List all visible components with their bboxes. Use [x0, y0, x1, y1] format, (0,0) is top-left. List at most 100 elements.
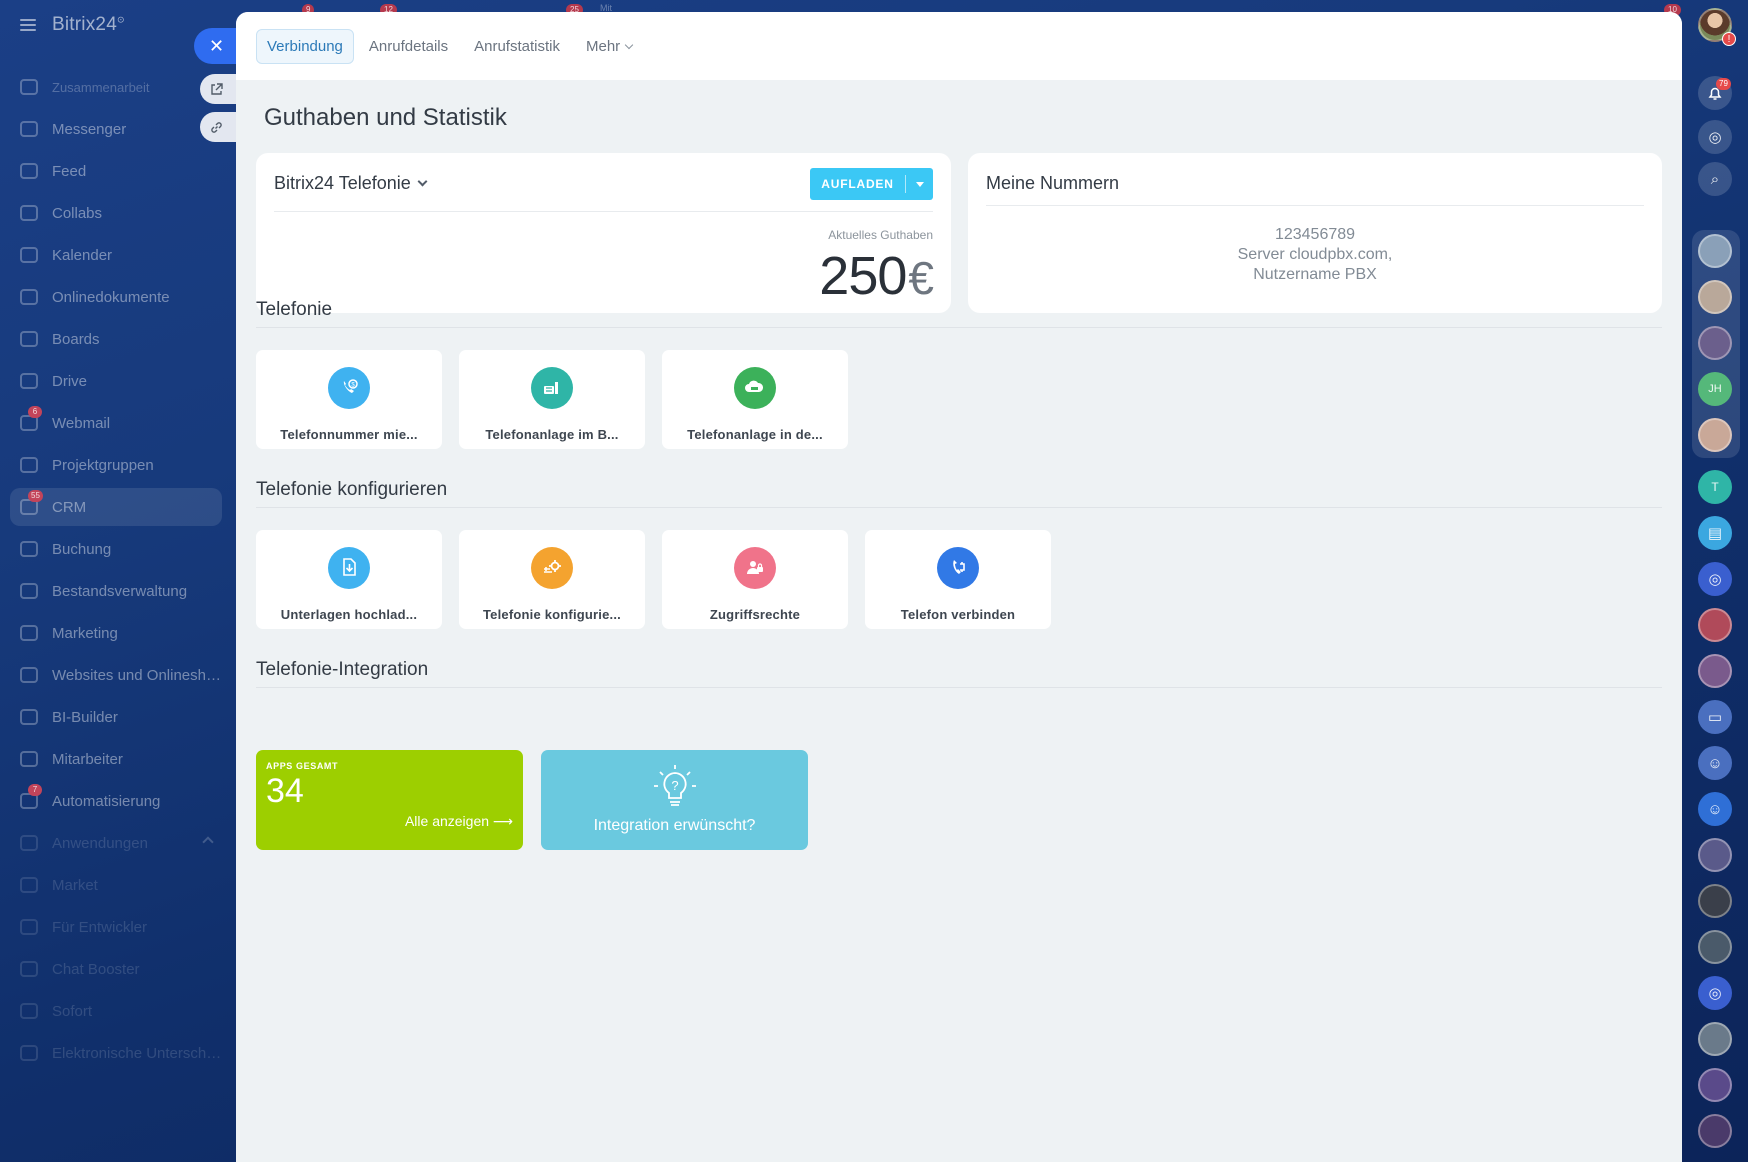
action-tile[interactable]: Telefonanlage im B... — [459, 350, 645, 449]
sidebar-item[interactable]: Boards — [10, 320, 222, 358]
top-up-dropdown[interactable] — [906, 181, 933, 187]
sidebar-item[interactable]: Messenger — [10, 110, 222, 148]
chat-avatar[interactable] — [1698, 1068, 1732, 1102]
sidebar-item[interactable]: Sofort — [10, 992, 222, 1030]
chat-avatar-initials[interactable]: T — [1698, 470, 1732, 504]
sidebar-item[interactable]: Websites und Onlineshops — [10, 656, 222, 694]
section-title-integration: Telefonie-Integration — [256, 659, 429, 680]
tab-anrufdetails[interactable]: Anrufdetails — [358, 29, 459, 64]
apps-total-card[interactable]: APPS GESAMT 34 Alle anzeigen ⟶ — [256, 750, 523, 850]
sidebar-item[interactable]: Für Entwickler — [10, 908, 222, 946]
channel-button[interactable]: ◎ — [1698, 976, 1732, 1010]
sidebar-item[interactable]: Onlinedokumente — [10, 278, 222, 316]
open-in-new-window-button[interactable] — [200, 74, 236, 104]
sidebar-item-label: Automatisierung — [52, 792, 161, 810]
sidebar-item-icon — [20, 667, 38, 683]
chat-avatar[interactable] — [1698, 838, 1732, 872]
sidebar-item[interactable]: Collabs — [10, 194, 222, 232]
section-divider — [256, 507, 1662, 508]
chevron-up-icon[interactable] — [202, 836, 214, 848]
sidebar-item-label: Webmail — [52, 414, 111, 432]
chat-avatar[interactable] — [1698, 418, 1732, 452]
telephony-provider-selector[interactable]: Bitrix24 Telefonie — [274, 173, 428, 194]
copilot-button[interactable]: ◎ — [1698, 120, 1732, 154]
number-line: Server cloudpbx.com, — [1237, 246, 1393, 263]
sidebar-item[interactable]: CRM 55 — [10, 488, 222, 526]
sidebar-item-icon — [20, 835, 38, 851]
group-button[interactable]: ☺ — [1698, 746, 1732, 780]
copy-link-button[interactable] — [200, 112, 236, 142]
request-integration-card[interactable]: ? Integration erwünscht? — [541, 750, 808, 850]
sidebar-item[interactable]: Automatisierung 7 — [10, 782, 222, 820]
chat-avatar[interactable] — [1698, 930, 1732, 964]
show-all-apps-link[interactable]: Alle anzeigen ⟶ — [405, 813, 513, 830]
sidebar-item[interactable]: Marketing — [10, 614, 222, 652]
close-slider-button[interactable]: ✕ — [194, 28, 240, 64]
contact-card-button[interactable]: ▭ — [1698, 700, 1732, 734]
group-chat-button[interactable]: ▤ — [1698, 516, 1732, 550]
sidebar-item-icon — [20, 709, 38, 725]
sidebar-item-label: Buchung — [52, 540, 112, 558]
chat-avatar-initials[interactable]: JH — [1698, 372, 1732, 406]
sidebar-item[interactable]: Buchung — [10, 530, 222, 568]
sidebar-item-icon — [20, 457, 38, 473]
pbx-cloud-icon — [734, 367, 776, 409]
provider-label: Bitrix24 Telefonie — [274, 173, 411, 193]
sidebar-item[interactable]: Anwendungen — [10, 824, 222, 862]
tab-more[interactable]: Mehr — [575, 29, 643, 64]
action-tile[interactable]: Telefonie konfigurie... — [459, 530, 645, 629]
sidebar-item-icon — [20, 1003, 38, 1019]
tab-verbindung[interactable]: Verbindung — [256, 28, 354, 64]
sidebar-item-label: Projektgruppen — [52, 456, 154, 474]
sidebar-item[interactable]: Zusammenarbeit — [10, 68, 222, 106]
users-icon: ☺ — [1707, 800, 1723, 818]
balance-card: Bitrix24 Telefonie AUFLADEN Aktuelles Gu… — [256, 153, 951, 313]
sidebar-item[interactable]: Webmail 6 — [10, 404, 222, 442]
channel-button[interactable]: ◎ — [1698, 562, 1732, 596]
sidebar-item-label: Kalender — [52, 246, 113, 264]
action-tile-label: Telefonanlage im B... — [485, 427, 619, 442]
chat-avatar[interactable] — [1698, 1114, 1732, 1148]
top-up-button[interactable]: AUFLADEN — [810, 168, 933, 200]
search-chat-button[interactable]: ⌕ — [1698, 162, 1732, 196]
tab-anrufstatistik[interactable]: Anrufstatistik — [463, 29, 571, 64]
chevron-down-icon — [417, 176, 428, 187]
action-tile[interactable]: Zugriffsrechte — [662, 530, 848, 629]
section-title-telefonie: Telefonie — [256, 299, 333, 320]
sidebar-item[interactable]: Market — [10, 866, 222, 904]
action-tile-label: Telefonnummer mie... — [280, 427, 418, 442]
sidebar-item[interactable]: Elektronische Unterschrift — [10, 1034, 222, 1072]
action-tile[interactable]: Telefonanlage in de... — [662, 350, 848, 449]
app-logo[interactable]: Bitrix24⊙ — [52, 14, 125, 36]
action-tile[interactable]: Unterlagen hochlad... — [256, 530, 442, 629]
chat-avatar[interactable] — [1698, 1022, 1732, 1056]
sidebar-item-icon — [20, 583, 38, 599]
sidebar-item[interactable]: Bestandsverwaltung — [10, 572, 222, 610]
chat-avatar[interactable] — [1698, 280, 1732, 314]
chat-avatar[interactable] — [1698, 654, 1732, 688]
chat-avatar[interactable] — [1698, 608, 1732, 642]
action-tile[interactable]: $ Telefonnummer mie... — [256, 350, 442, 449]
sidebar-item-label: Sofort — [52, 1002, 93, 1020]
sidebar-item-label: Für Entwickler — [52, 918, 148, 936]
sidebar-item[interactable]: BI-Builder — [10, 698, 222, 736]
divider — [986, 205, 1644, 206]
chat-avatar[interactable] — [1698, 326, 1732, 360]
group-button[interactable]: ☺ — [1698, 792, 1732, 826]
sidebar-item[interactable]: Mitarbeiter — [10, 740, 222, 778]
sidebar-item[interactable]: Kalender — [10, 236, 222, 274]
close-icon: ✕ — [209, 35, 225, 56]
sidebar-item[interactable]: Feed — [10, 152, 222, 190]
sidebar-item[interactable]: Projektgruppen — [10, 446, 222, 484]
sidebar-item[interactable]: Drive — [10, 362, 222, 400]
sidebar-item-icon — [20, 331, 38, 347]
sidebar-item-label: Anwendungen — [52, 834, 148, 852]
svg-text:?: ? — [671, 778, 678, 793]
action-tile-label: Telefon verbinden — [900, 607, 1016, 622]
sidebar-item[interactable]: Chat Booster — [10, 950, 222, 988]
action-tile[interactable]: Telefon verbinden — [865, 530, 1051, 629]
chat-avatar[interactable] — [1698, 884, 1732, 918]
sidebar-item-icon — [20, 79, 38, 95]
menu-icon[interactable] — [20, 19, 36, 31]
chat-avatar[interactable] — [1698, 234, 1732, 268]
